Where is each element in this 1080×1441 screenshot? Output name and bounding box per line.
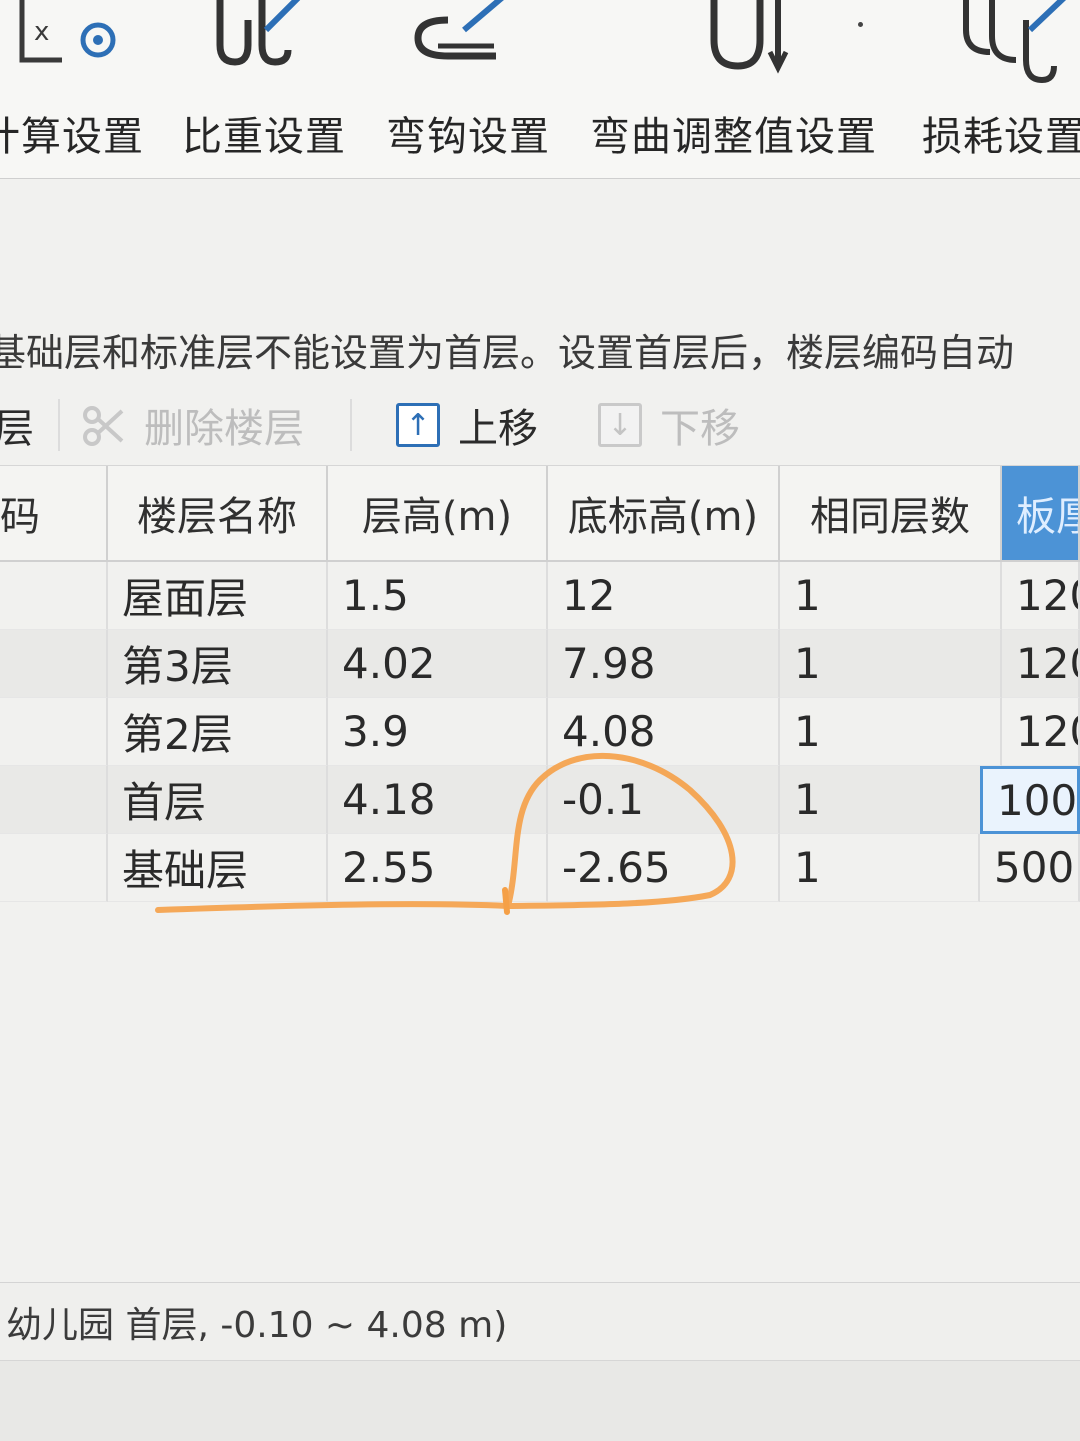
- slab-thickness-cell[interactable]: 120: [1002, 630, 1080, 698]
- delete-floor-icon: [83, 406, 124, 446]
- same-floor-count-cell[interactable]: 1: [780, 562, 1002, 630]
- ribbon-separator-dot: [858, 22, 863, 27]
- move-down-label: 下移: [660, 406, 740, 452]
- column-header-code[interactable]: 码: [0, 466, 108, 562]
- bottom-elevation-cell[interactable]: 12: [548, 562, 780, 630]
- table-row[interactable]: 基础层 2.55 -2.65 1 500: [0, 834, 1080, 902]
- bottom-panel: [0, 1360, 1080, 1441]
- move-up-button[interactable]: ↑ 上移: [396, 395, 538, 455]
- toolbar-divider: [58, 399, 60, 451]
- floor-height-cell[interactable]: 4.18: [328, 766, 548, 834]
- column-header-floor-name[interactable]: 楼层名称: [108, 466, 328, 562]
- slab-thickness-cell[interactable]: 120: [1002, 698, 1080, 766]
- bottom-elevation-cell[interactable]: 4.08: [548, 698, 780, 766]
- floor-toolbar: 层 删除楼层 ↑ 上移 ↓ 下移: [0, 385, 1080, 466]
- toolbar-divider: [350, 399, 352, 451]
- same-floor-count-cell[interactable]: 1: [780, 834, 980, 902]
- floor-name-cell[interactable]: 屋面层: [108, 562, 328, 630]
- move-up-label: 上移: [458, 406, 538, 452]
- slab-thickness-cell-selected[interactable]: 100: [980, 766, 1080, 834]
- bottom-elevation-cell[interactable]: -2.65: [548, 834, 780, 902]
- column-header-floor-height[interactable]: 层高(m): [328, 466, 548, 562]
- floor-name-cell[interactable]: 第2层: [108, 698, 328, 766]
- table-row[interactable]: 首层 4.18 -0.1 1 100: [0, 766, 1080, 834]
- bottom-elevation-cell[interactable]: -0.1: [548, 766, 780, 834]
- row-code-cell[interactable]: [0, 630, 108, 698]
- table-row[interactable]: 第3层 4.02 7.98 1 120: [0, 630, 1080, 698]
- table-row[interactable]: 屋面层 1.5 12 1 120: [0, 562, 1080, 630]
- same-floor-count-cell[interactable]: 1: [780, 698, 1002, 766]
- loss-settings-icon[interactable]: [950, 0, 1080, 95]
- same-floor-count-cell[interactable]: 1: [780, 766, 1002, 834]
- move-down-button[interactable]: ↓ 下移: [598, 395, 740, 455]
- ribbon-label-calc-settings[interactable]: 计算设置: [0, 104, 144, 162]
- ribbon-label-weight-settings[interactable]: 比重设置: [182, 104, 346, 162]
- ribbon-label-bend-adjust[interactable]: 弯曲调整值设置: [590, 104, 877, 162]
- arrow-up-icon: ↑: [396, 403, 440, 447]
- hint-text: 基础层和标准层不能设置为首层。设置首层后，楼层编码自动: [0, 331, 1015, 375]
- arrow-down-icon: ↓: [598, 403, 642, 447]
- slab-thickness-cell[interactable]: 120: [1002, 562, 1080, 630]
- bend-adjust-icon[interactable]: [700, 0, 800, 90]
- column-header-same-floor-count[interactable]: 相同层数: [780, 466, 1002, 562]
- delete-floor-button[interactable]: 删除楼层: [80, 395, 304, 455]
- insert-floor-button[interactable]: 层: [0, 395, 34, 455]
- row-code-cell[interactable]: [0, 766, 108, 834]
- floor-height-cell[interactable]: 3.9: [328, 698, 548, 766]
- column-header-bottom-elevation[interactable]: 底标高(m): [548, 466, 780, 562]
- floor-table: 码 楼层名称 层高(m) 底标高(m) 相同层数 板厚 屋面层 1.5 12 1…: [0, 466, 1080, 914]
- floor-name-cell[interactable]: 第3层: [108, 630, 328, 698]
- floor-height-cell[interactable]: 4.02: [328, 630, 548, 698]
- row-code-cell[interactable]: [0, 562, 108, 630]
- column-header-slab-thickness[interactable]: 板厚: [1002, 466, 1080, 562]
- status-bar: 幼儿园 首层, -0.10 ~ 4.08 m): [0, 1282, 1080, 1361]
- row-code-cell[interactable]: [0, 834, 108, 902]
- floor-height-cell[interactable]: 2.55: [328, 834, 548, 902]
- ribbon-label-loss-settings[interactable]: 损耗设置: [922, 104, 1080, 162]
- same-floor-count-cell[interactable]: 1: [780, 630, 1002, 698]
- ribbon-label-hook-settings[interactable]: 弯钩设置: [386, 104, 550, 162]
- delete-floor-label: 删除楼层: [144, 406, 304, 452]
- floor-name-cell[interactable]: 首层: [108, 766, 328, 834]
- slab-thickness-cell[interactable]: 500: [980, 834, 1080, 902]
- row-code-cell[interactable]: [0, 698, 108, 766]
- status-text: 幼儿园 首层, -0.10 ~ 4.08 m): [6, 1305, 508, 1346]
- calc-settings-icon[interactable]: x: [0, 0, 130, 90]
- bottom-elevation-cell[interactable]: 7.98: [548, 630, 780, 698]
- insert-floor-label: 层: [0, 406, 34, 452]
- table-row[interactable]: 第2层 3.9 4.08 1 120: [0, 698, 1080, 766]
- svg-text:x: x: [34, 17, 49, 47]
- hook-settings-icon[interactable]: [408, 0, 518, 90]
- rebar-weight-icon[interactable]: [200, 0, 310, 90]
- floor-name-cell[interactable]: 基础层: [108, 834, 328, 902]
- ribbon: x 计算设置 比重设置 弯钩设置 弯曲调整值设置 损耗设置: [0, 0, 1080, 179]
- floor-height-cell[interactable]: 1.5: [328, 562, 548, 630]
